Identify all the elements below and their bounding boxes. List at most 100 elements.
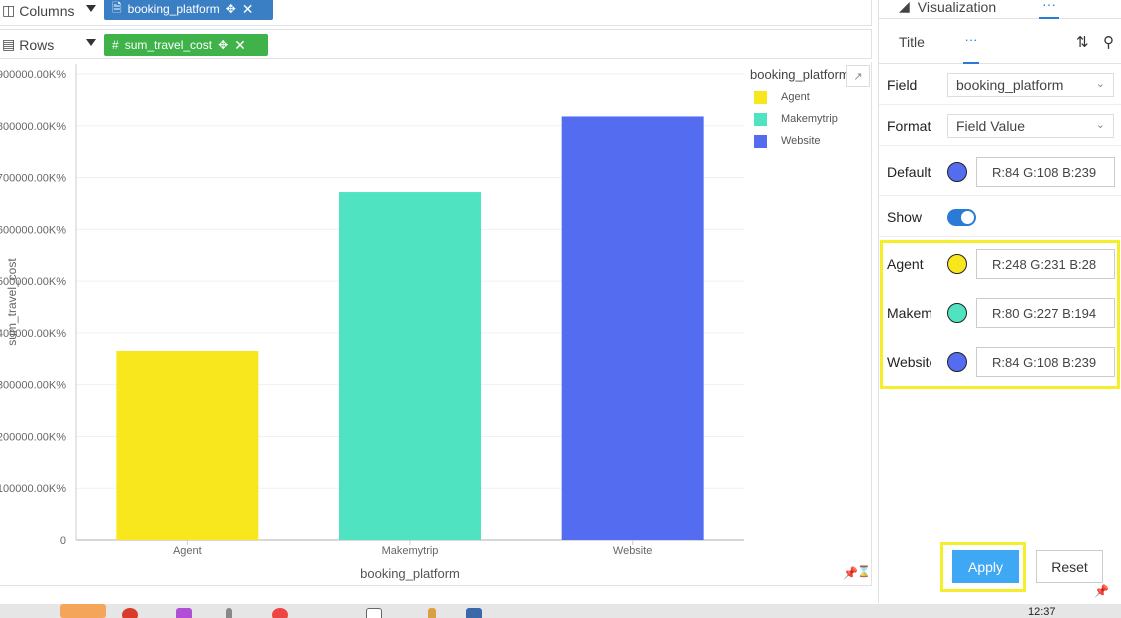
series-color-input[interactable]: R:248 G:231 B:28 [976, 249, 1115, 279]
y-tick-label: 600000.00K% [0, 224, 66, 236]
bar-agent [116, 351, 259, 540]
taskbar-app-icon[interactable] [60, 604, 106, 618]
columns-shelf[interactable]: ◫ Columns 🗎 booking_platform ✥ ✕ [0, 0, 872, 26]
rows-pill[interactable]: # sum_travel_cost ✥ ✕ [104, 34, 268, 56]
taskbar-app-icon[interactable] [366, 608, 382, 618]
hash-icon: # [112, 38, 119, 52]
legend-label: Website [781, 135, 821, 147]
series-color-label: Agent [887, 256, 924, 272]
y-axis-title: sum_travel_cost [5, 258, 19, 346]
chevron-down-icon: ⌄ [1095, 77, 1105, 90]
close-icon[interactable]: ✕ [234, 37, 246, 54]
default-color-row: Default R:84 G:108 B:239 [879, 148, 1121, 196]
sort-icon[interactable]: ⇅ [1076, 33, 1089, 51]
x-tick-label: Agent [173, 545, 202, 557]
show-row: Show [879, 197, 1121, 237]
columns-icon: ◫ [2, 2, 16, 18]
subtab-more[interactable]: ··· [963, 32, 979, 64]
series-color-swatch[interactable] [947, 352, 967, 372]
y-tick-label: 0 [60, 535, 66, 547]
legend-item[interactable]: Agent [754, 90, 846, 104]
rows-icon: ▤ [2, 36, 16, 52]
taskbar-clock: 12:37 [1028, 606, 1056, 618]
chart-legend: booking_platform Agent Makemytrip Website [750, 67, 846, 148]
chart-icon: ◢ [899, 0, 910, 14]
chart-area: 0 100000.00K% 200000.00K% 300000.00K% 400000… [0, 62, 872, 586]
taskbar-app-icon[interactable] [272, 608, 288, 618]
series-color-row: Agent R:248 G:231 B:28 [879, 240, 1121, 288]
y-tick-label: 800000.00K% [0, 121, 66, 133]
show-label: Show [887, 208, 923, 225]
series-color-input[interactable]: R:84 G:108 B:239 [976, 347, 1115, 377]
panel-tabs: ◢ Visualization ··· [879, 0, 1121, 19]
y-tick-label: 700000.00K% [0, 173, 66, 185]
legend-swatch [754, 112, 767, 126]
format-row: Format Field Value ⌄ [879, 106, 1121, 146]
y-tick-label: 100000.00K% [0, 483, 66, 495]
rows-shelf-label: ▤ Rows [2, 36, 55, 53]
document-icon: 🗎 [112, 0, 122, 15]
taskbar-app-icon[interactable] [466, 608, 482, 618]
series-color-row: Makemytrip R:80 G:227 B:194 [879, 289, 1121, 337]
taskbar-app-icon[interactable] [226, 608, 232, 618]
close-icon[interactable]: ✕ [242, 1, 254, 18]
format-label: Format [887, 117, 931, 134]
toggle-knob [961, 211, 974, 224]
search-icon[interactable]: ⚲ [1103, 33, 1114, 51]
chevron-down-icon: ⌄ [1095, 118, 1105, 131]
x-tick-label: Makemytrip [382, 545, 439, 557]
series-color-label: Website [887, 354, 931, 370]
rows-dropdown-caret[interactable] [86, 39, 96, 46]
legend-label: Makemytrip [781, 113, 838, 125]
tab-more[interactable]: ··· [1039, 0, 1059, 19]
default-color-input[interactable]: R:84 G:108 B:239 [976, 157, 1115, 187]
legend-swatch [754, 134, 767, 148]
taskbar: 12:37 [0, 604, 1121, 618]
reset-button[interactable]: Reset [1036, 550, 1103, 583]
pin-icon[interactable]: 📌 [843, 566, 858, 580]
pin-icon[interactable]: 📌 [1094, 584, 1109, 598]
show-toggle[interactable] [947, 209, 976, 226]
format-select[interactable]: Field Value ⌄ [947, 113, 1114, 138]
x-tick-label: Website [613, 545, 653, 557]
legend-title: booking_platform [750, 67, 846, 82]
default-color-swatch[interactable] [947, 162, 967, 182]
apply-button[interactable]: Apply [952, 550, 1019, 583]
move-icon[interactable]: ✥ [226, 2, 236, 16]
legend-item[interactable]: Makemytrip [754, 112, 846, 126]
rows-pill-label: sum_travel_cost [124, 38, 213, 52]
bar-chart: 0100000.00K%200000.00K%300000.00K%400000… [0, 64, 744, 581]
panel-subtabs: Title ··· ⇅ ⚲ [879, 28, 1121, 64]
x-axis-title: booking_platform [360, 566, 460, 581]
series-color-row: Website R:84 G:108 B:239 [879, 338, 1121, 386]
columns-pill[interactable]: 🗎 booking_platform ✥ ✕ [104, 0, 273, 20]
default-color-label: Default [887, 163, 931, 180]
field-select[interactable]: booking_platform ⌄ [947, 72, 1114, 97]
field-label: Field [887, 76, 918, 93]
hourglass-icon: ⌛ [857, 566, 871, 578]
y-tick-label: 900000.00K% [0, 69, 66, 81]
taskbar-app-icon[interactable] [428, 608, 436, 618]
series-color-swatch[interactable] [947, 254, 967, 274]
series-color-input[interactable]: R:80 G:227 B:194 [976, 298, 1115, 328]
taskbar-app-icon[interactable] [122, 608, 138, 618]
legend-swatch [754, 90, 767, 104]
series-color-label: Makemytrip [887, 305, 931, 321]
move-icon[interactable]: ✥ [218, 38, 228, 52]
columns-shelf-label: ◫ Columns [2, 2, 75, 19]
legend-label: Agent [781, 91, 810, 103]
subtab-title[interactable]: Title [899, 34, 925, 50]
field-row: Field booking_platform ⌄ [879, 65, 1121, 105]
taskbar-app-icon[interactable] [176, 608, 192, 618]
legend-item[interactable]: Website [754, 134, 846, 148]
columns-pill-label: booking_platform [127, 2, 220, 16]
columns-dropdown-caret[interactable] [86, 5, 96, 12]
rows-shelf[interactable]: ▤ Rows # sum_travel_cost ✥ ✕ [0, 29, 872, 59]
y-tick-label: 300000.00K% [0, 380, 66, 392]
app-window: ◫ Columns 🗎 booking_platform ✥ ✕ ▤ Rows … [0, 0, 1121, 618]
series-color-swatch[interactable] [947, 303, 967, 323]
trend-line-icon[interactable]: ↗ [846, 65, 870, 87]
tab-visualization[interactable]: ◢ Visualization [899, 0, 996, 15]
bar-website [561, 116, 704, 541]
bar-makemytrip [339, 192, 481, 540]
